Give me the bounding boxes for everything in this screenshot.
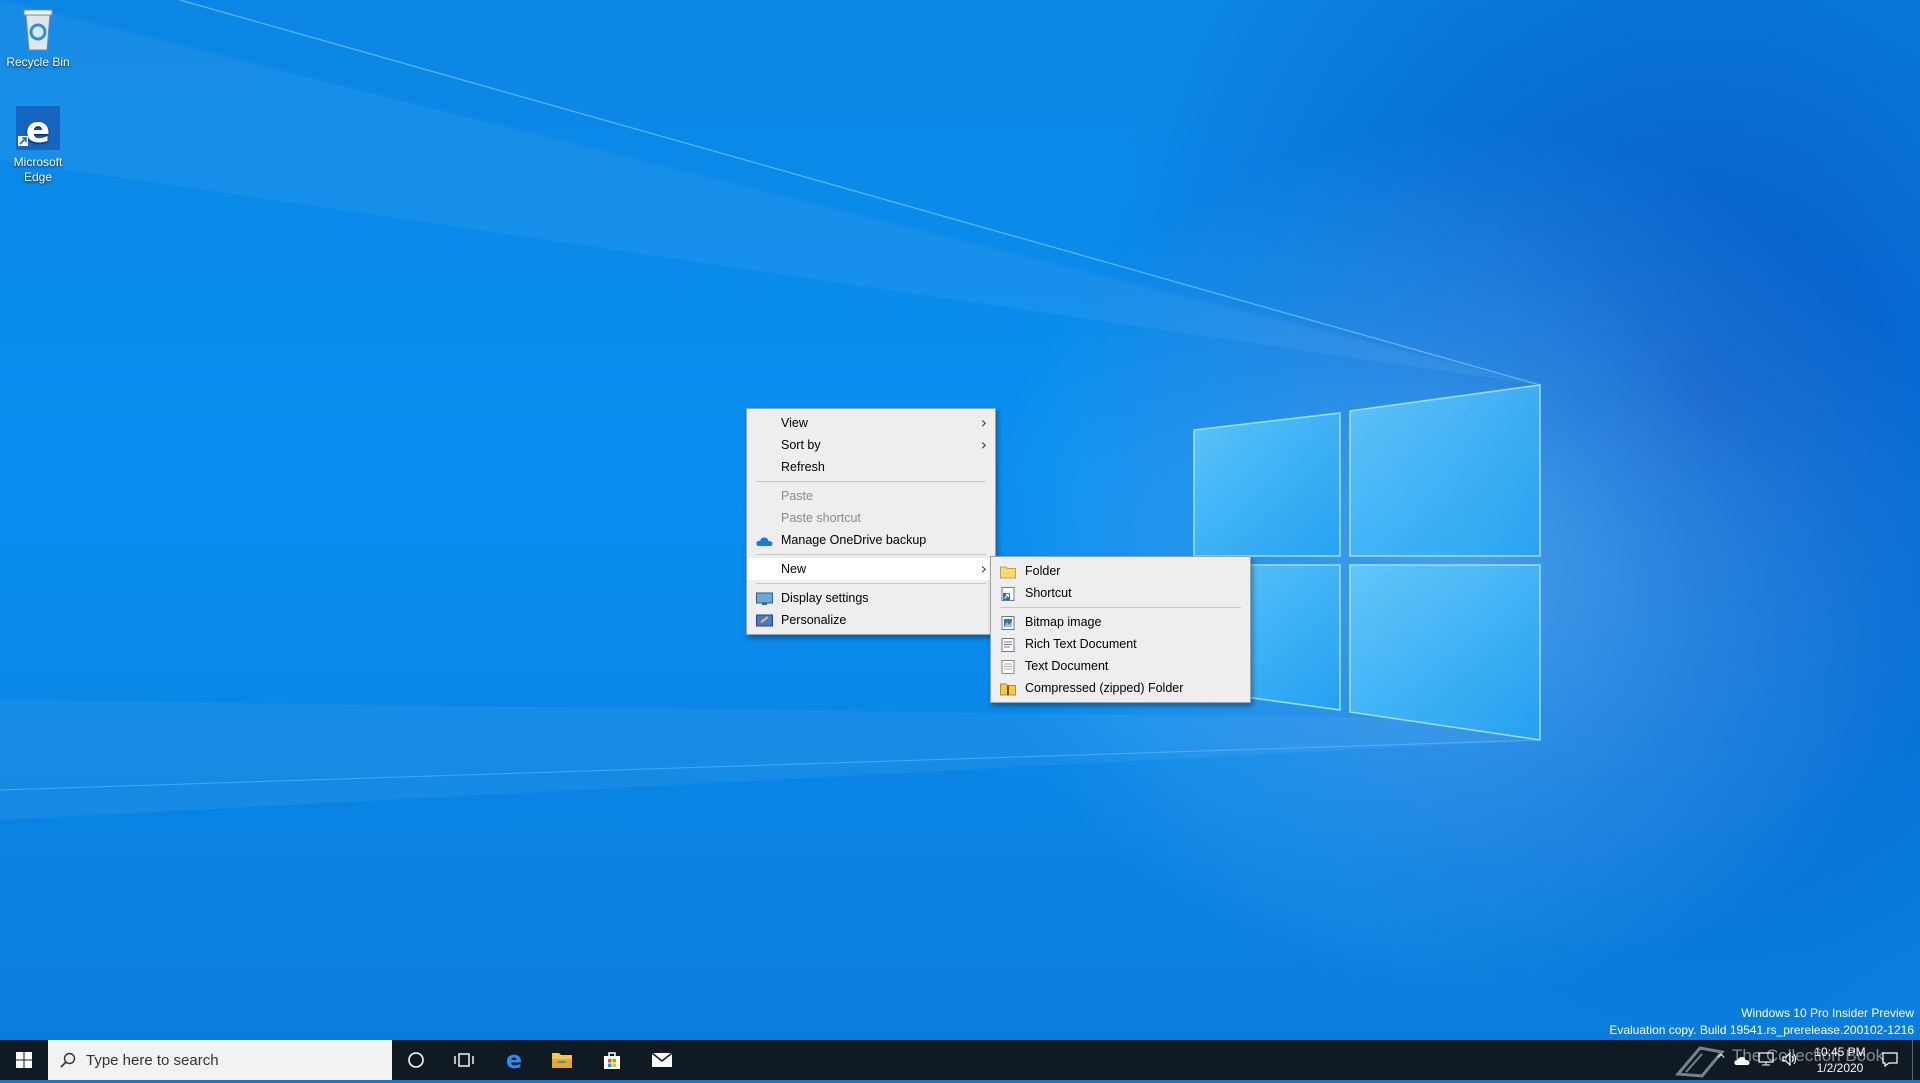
menu-item-personalize[interactable]: Personalize (747, 609, 995, 631)
new-submenu: Folder Shortcut Bitmap image Rich Text D… (990, 556, 1251, 703)
clock-time: 10:45 PM (1814, 1045, 1866, 1059)
show-hidden-icons-button[interactable]: ^ (1716, 1052, 1726, 1066)
onedrive-tray-icon[interactable] (1734, 1053, 1750, 1071)
menu-item-paste: Paste (747, 485, 995, 507)
bitmap-icon (1000, 615, 1016, 630)
menu-item-display-settings[interactable]: Display settings (747, 587, 995, 609)
search-placeholder: Type here to search (86, 1051, 219, 1069)
start-button[interactable] (0, 1040, 48, 1080)
microsoft-store-button[interactable] (588, 1040, 636, 1080)
submenu-item-folder[interactable]: Folder (991, 560, 1250, 582)
zip-folder-icon (1000, 681, 1016, 696)
desktop-background[interactable]: Recycle Bin e Microsoft Edge View › Sort… (0, 0, 1920, 1040)
menu-item-label: Paste shortcut (781, 511, 861, 525)
cortana-button[interactable] (392, 1040, 440, 1080)
submenu-item-shortcut[interactable]: Shortcut (991, 582, 1250, 604)
submenu-item-label: Rich Text Document (1025, 637, 1137, 651)
submenu-item-compressed-folder[interactable]: Compressed (zipped) Folder (991, 677, 1250, 699)
microsoft-edge-shortcut[interactable]: e Microsoft Edge (0, 106, 76, 185)
submenu-separator (1000, 607, 1241, 608)
start-icon (16, 1052, 32, 1068)
svg-text:e: e (506, 1048, 522, 1072)
recycle-bin-label: Recycle Bin (6, 55, 70, 69)
submenu-item-label: Shortcut (1025, 586, 1072, 600)
taskbar-edge-button[interactable]: e (490, 1040, 538, 1080)
menu-separator (756, 554, 986, 555)
mail-button[interactable] (638, 1040, 686, 1080)
svg-text:e: e (26, 110, 50, 151)
windows-build-watermark: Windows 10 Pro Insider Preview Evaluatio… (1609, 1005, 1914, 1039)
display-icon (756, 591, 773, 605)
chevron-right-icon: › (980, 559, 987, 578)
menu-item-manage-onedrive-backup[interactable]: Manage OneDrive backup (747, 529, 995, 551)
menu-item-label: Manage OneDrive backup (781, 533, 927, 547)
volume-icon[interactable] (1782, 1051, 1798, 1071)
file-explorer-button[interactable] (538, 1040, 586, 1080)
network-icon[interactable] (1758, 1052, 1774, 1071)
task-view-button[interactable] (440, 1040, 488, 1080)
submenu-item-label: Bitmap image (1025, 615, 1102, 629)
edge-icon: e (506, 1048, 522, 1072)
menu-item-label: Refresh (781, 460, 825, 474)
system-tray: The Collection Book ^ 10:45 PM 1/2/2020 (1668, 1040, 1920, 1080)
microsoft-edge-label: Microsoft Edge (13, 155, 63, 184)
file-explorer-icon (552, 1053, 572, 1068)
submenu-item-rich-text-document[interactable]: Rich Text Document (991, 633, 1250, 655)
rich-text-icon (1000, 637, 1016, 652)
search-icon (60, 1052, 76, 1068)
desktop-context-menu: View › Sort by › Refresh Paste Paste sho… (746, 408, 996, 635)
menu-item-view[interactable]: View › (747, 412, 995, 434)
store-icon (604, 1052, 620, 1069)
folder-icon (1000, 564, 1016, 579)
taskbar: Type here to search e The Collection Boo… (0, 1040, 1920, 1080)
taskbar-search-box[interactable]: Type here to search (48, 1040, 392, 1080)
submenu-item-label: Folder (1025, 564, 1061, 578)
show-desktop-button[interactable] (1912, 1040, 1918, 1080)
menu-item-label: Sort by (781, 438, 821, 452)
menu-item-paste-shortcut: Paste shortcut (747, 507, 995, 529)
menu-item-label: Paste (781, 489, 813, 503)
submenu-item-label: Text Document (1025, 659, 1109, 673)
menu-item-label: New (781, 562, 807, 576)
submenu-item-text-document[interactable]: Text Document (991, 655, 1250, 677)
task-view-icon (454, 1053, 474, 1067)
mail-icon (651, 1052, 673, 1067)
menu-item-new[interactable]: New › (747, 558, 995, 580)
submenu-item-label: Compressed (zipped) Folder (1025, 681, 1184, 695)
menu-item-refresh[interactable]: Refresh (747, 456, 995, 478)
edge-icon: e (16, 106, 60, 152)
action-center-icon[interactable] (1882, 1052, 1898, 1072)
chevron-right-icon: › (980, 435, 987, 454)
clock[interactable]: 10:45 PM 1/2/2020 (1808, 1044, 1872, 1076)
menu-item-sort-by[interactable]: Sort by › (747, 434, 995, 456)
watermark-build: Evaluation copy. Build 19541.rs_prerelea… (1609, 1023, 1914, 1037)
menu-item-label: Display settings (781, 591, 869, 605)
cortana-icon (408, 1052, 424, 1068)
text-document-icon (1000, 659, 1016, 674)
onedrive-icon (756, 533, 773, 547)
menu-item-label: View (781, 416, 808, 430)
recycle-bin-icon (16, 6, 60, 52)
menu-separator (756, 481, 986, 482)
chevron-right-icon: › (980, 413, 987, 432)
clock-date: 1/2/2020 (1816, 1061, 1864, 1075)
menu-separator (756, 583, 986, 584)
watermark-edition: Windows 10 Pro Insider Preview (1741, 1006, 1914, 1020)
shortcut-icon (1000, 586, 1016, 601)
menu-item-label: Personalize (781, 613, 847, 627)
recycle-bin-shortcut[interactable]: Recycle Bin (0, 6, 76, 70)
personalize-icon (756, 613, 773, 627)
submenu-item-bitmap-image[interactable]: Bitmap image (991, 611, 1250, 633)
